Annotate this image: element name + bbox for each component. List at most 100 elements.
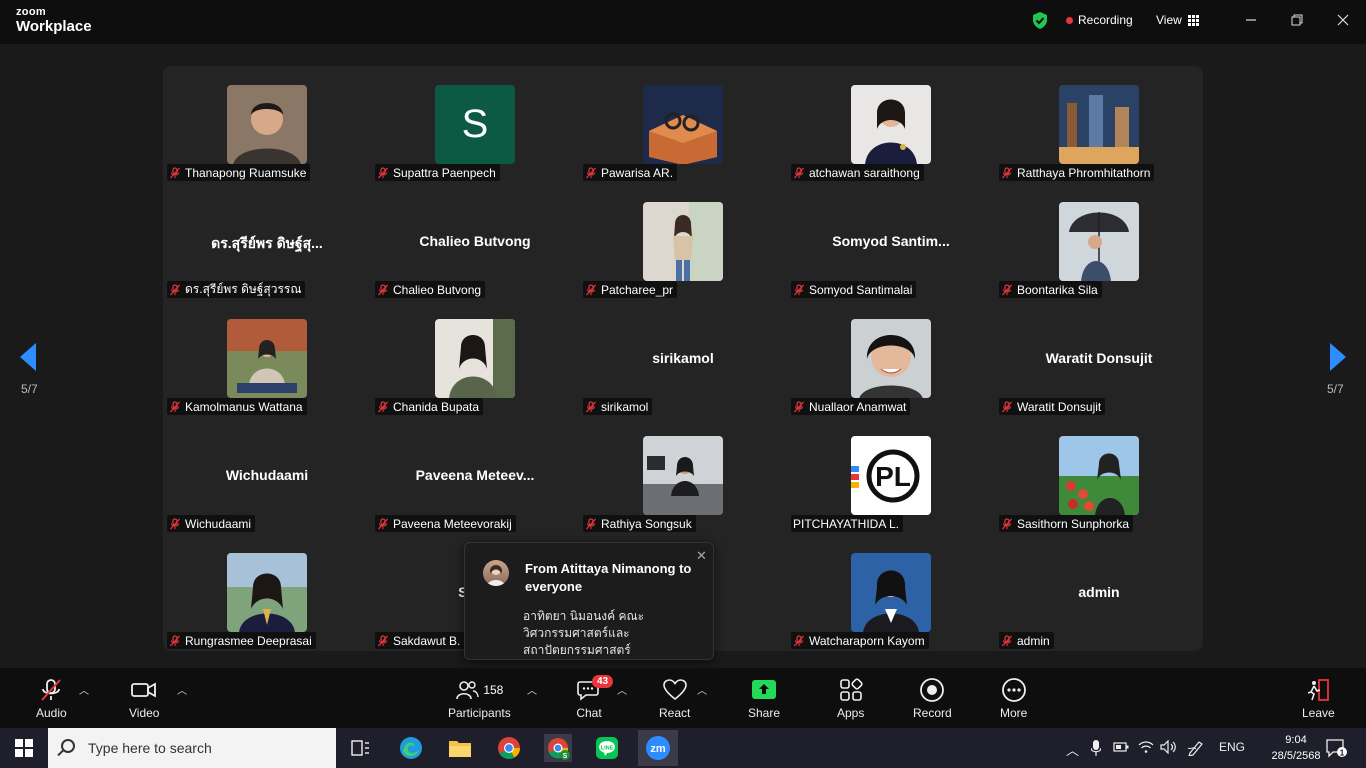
tray-chevron-up-icon[interactable]: ︿ <box>1066 740 1079 759</box>
video-button[interactable]: Video <box>129 676 159 720</box>
react-button[interactable]: React <box>659 676 690 720</box>
participant-tile[interactable]: PL PITCHAYATHIDA L. <box>787 418 995 535</box>
participant-avatar: S <box>435 85 515 164</box>
participant-name: Sakdawut B. <box>393 633 461 648</box>
participant-avatar <box>227 85 307 164</box>
participant-tile[interactable]: Somyod Santim... Somyod Santimalai <box>787 184 995 301</box>
participant-tile[interactable]: Kamolmanus Wattana <box>163 301 371 418</box>
notifications-icon[interactable]: 1 <box>1322 734 1350 762</box>
zoom-app-icon[interactable]: zm <box>638 730 678 766</box>
participant-tile[interactable]: Waratit Donsujit Waratit Donsujit <box>995 301 1203 418</box>
participants-button[interactable]: 158 Participants <box>448 676 511 720</box>
participant-display-name: ดร.สุรีย์พร ดิษฐ์สุ... <box>211 235 323 251</box>
line-app-icon[interactable]: LINE <box>593 734 621 762</box>
participant-tile[interactable]: sirikamol sirikamol <box>579 301 787 418</box>
chrome-icon[interactable] <box>495 734 523 762</box>
apps-button[interactable]: Apps <box>837 676 864 720</box>
participant-avatar <box>851 553 931 632</box>
logo-top: zoom <box>16 6 46 18</box>
previous-page-arrow-icon[interactable] <box>20 343 36 371</box>
chrome-profile-icon[interactable]: S <box>544 734 572 762</box>
participant-name-label: Sasithorn Sunphorka <box>999 515 1134 532</box>
audio-options-chevron-up-icon[interactable]: ︿ <box>79 682 89 697</box>
close-icon[interactable] <box>1333 10 1353 30</box>
speaker-icon[interactable] <box>1160 739 1178 757</box>
wifi-icon[interactable] <box>1138 740 1154 757</box>
participant-tile[interactable]: Nuallaor Anamwat <box>787 301 995 418</box>
taskbar-clock[interactable]: 9:04 28/5/2568 <box>1264 732 1328 764</box>
windows-start-icon[interactable] <box>10 734 38 762</box>
participant-tile[interactable]: admin admin <box>995 535 1203 652</box>
participant-tile[interactable]: Patcharee_pr <box>579 184 787 301</box>
participant-tile[interactable]: Wichudaami Wichudaami <box>163 418 371 535</box>
microphone-muted-icon <box>378 634 388 646</box>
participant-tile[interactable]: Chanida Bupata <box>371 301 579 418</box>
file-explorer-icon[interactable] <box>446 734 474 762</box>
language-indicator[interactable]: ENG <box>1219 740 1245 754</box>
participant-name: admin <box>1017 633 1050 648</box>
next-page-arrow-icon[interactable] <box>1330 343 1346 371</box>
recording-indicator[interactable]: Recording <box>1066 13 1133 27</box>
leave-icon <box>1308 679 1330 701</box>
participant-name: Thanapong Ruamsuke <box>185 165 307 180</box>
record-label: Record <box>913 706 952 720</box>
sender-avatar <box>483 560 509 586</box>
microphone-muted-icon <box>586 400 596 412</box>
participants-options-chevron-up-icon[interactable]: ︿ <box>527 682 537 697</box>
notification-count: 1 <box>1340 749 1345 758</box>
leave-button[interactable]: Leave <box>1302 676 1335 720</box>
participant-avatar <box>851 85 931 164</box>
participant-tile[interactable]: atchawan saraithong <box>787 67 995 184</box>
view-button[interactable]: View <box>1156 13 1199 27</box>
participant-name-label: PITCHAYATHIDA L. <box>791 515 904 532</box>
participant-name-label: Sakdawut B. <box>375 632 465 649</box>
video-options-chevron-up-icon[interactable]: ︿ <box>177 682 187 697</box>
participant-tile[interactable]: S Supattra Paenpech <box>371 67 579 184</box>
audio-button[interactable]: Audio <box>36 676 67 720</box>
participant-tile[interactable]: Rathiya Songsuk <box>579 418 787 535</box>
participant-avatar <box>643 436 723 515</box>
participant-tile[interactable]: Thanapong Ruamsuke <box>163 67 371 184</box>
react-options-chevron-up-icon[interactable]: ︿ <box>697 682 707 697</box>
chat-button[interactable]: 43 Chat <box>576 675 614 720</box>
participant-tile[interactable]: Watcharaporn Kayom <box>787 535 995 652</box>
participant-tile[interactable]: Chalieo Butvong Chalieo Butvong <box>371 184 579 301</box>
participant-tile[interactable]: Ratthaya Phromhitathorn <box>995 67 1203 184</box>
participant-tile[interactable]: Pawarisa AR. <box>579 67 787 184</box>
record-button[interactable]: Record <box>913 676 952 720</box>
more-button[interactable]: More <box>1000 676 1027 720</box>
taskbar-search-input[interactable]: Type here to search <box>48 728 336 768</box>
participant-tile[interactable]: Sasithorn Sunphorka <box>995 418 1203 535</box>
battery-icon[interactable] <box>1113 740 1129 757</box>
tray-microphone-icon[interactable] <box>1090 740 1102 759</box>
svg-text:zm: zm <box>650 743 666 755</box>
participant-name: ดร.สุรีย์พร ดิษฐ์สุวรรณ <box>185 282 302 296</box>
participant-avatar <box>1059 85 1139 164</box>
meeting-toolbar: Audio ︿ Video ︿ 158 Participants ︿ 43 Ch… <box>0 668 1366 728</box>
participant-tile[interactable]: Paveena Meteev... Paveena Meteevorakij <box>371 418 579 535</box>
share-screen-icon <box>752 680 777 699</box>
microphone-muted-icon <box>1002 166 1012 178</box>
restore-icon[interactable] <box>1287 10 1307 30</box>
participant-tile[interactable]: ดร.สุรีย์พร ดิษฐ์สุ... ดร.สุรีย์พร ดิษฐ์ส… <box>163 184 371 301</box>
close-icon[interactable]: ✕ <box>696 548 707 564</box>
participant-name: Waratit Donsujit <box>1017 399 1102 414</box>
pen-icon[interactable] <box>1187 740 1205 759</box>
participant-name-label: Kamolmanus Wattana <box>167 398 307 415</box>
more-icon <box>1001 678 1026 702</box>
participant-tile[interactable]: Rungrasmee Deeprasai <box>163 535 371 652</box>
participant-display-name: admin <box>1078 584 1120 600</box>
chat-notification[interactable]: From Atittaya Nimanong to everyone อาทิต… <box>464 542 714 660</box>
minimize-icon[interactable] <box>1241 10 1261 30</box>
participant-name-label: Supattra Paenpech <box>375 164 500 181</box>
chat-options-chevron-up-icon[interactable]: ︿ <box>617 682 627 697</box>
participants-count: 158 <box>483 683 504 697</box>
leave-label: Leave <box>1302 706 1335 720</box>
task-view-icon[interactable] <box>346 734 374 762</box>
share-label: Share <box>748 706 781 720</box>
edge-browser-icon[interactable] <box>397 734 425 762</box>
shield-icon[interactable] <box>1031 11 1049 30</box>
share-button[interactable]: Share <box>748 676 780 720</box>
page-indicator-left: 5/7 <box>21 382 38 396</box>
participant-tile[interactable]: Boontarika Sila <box>995 184 1203 301</box>
